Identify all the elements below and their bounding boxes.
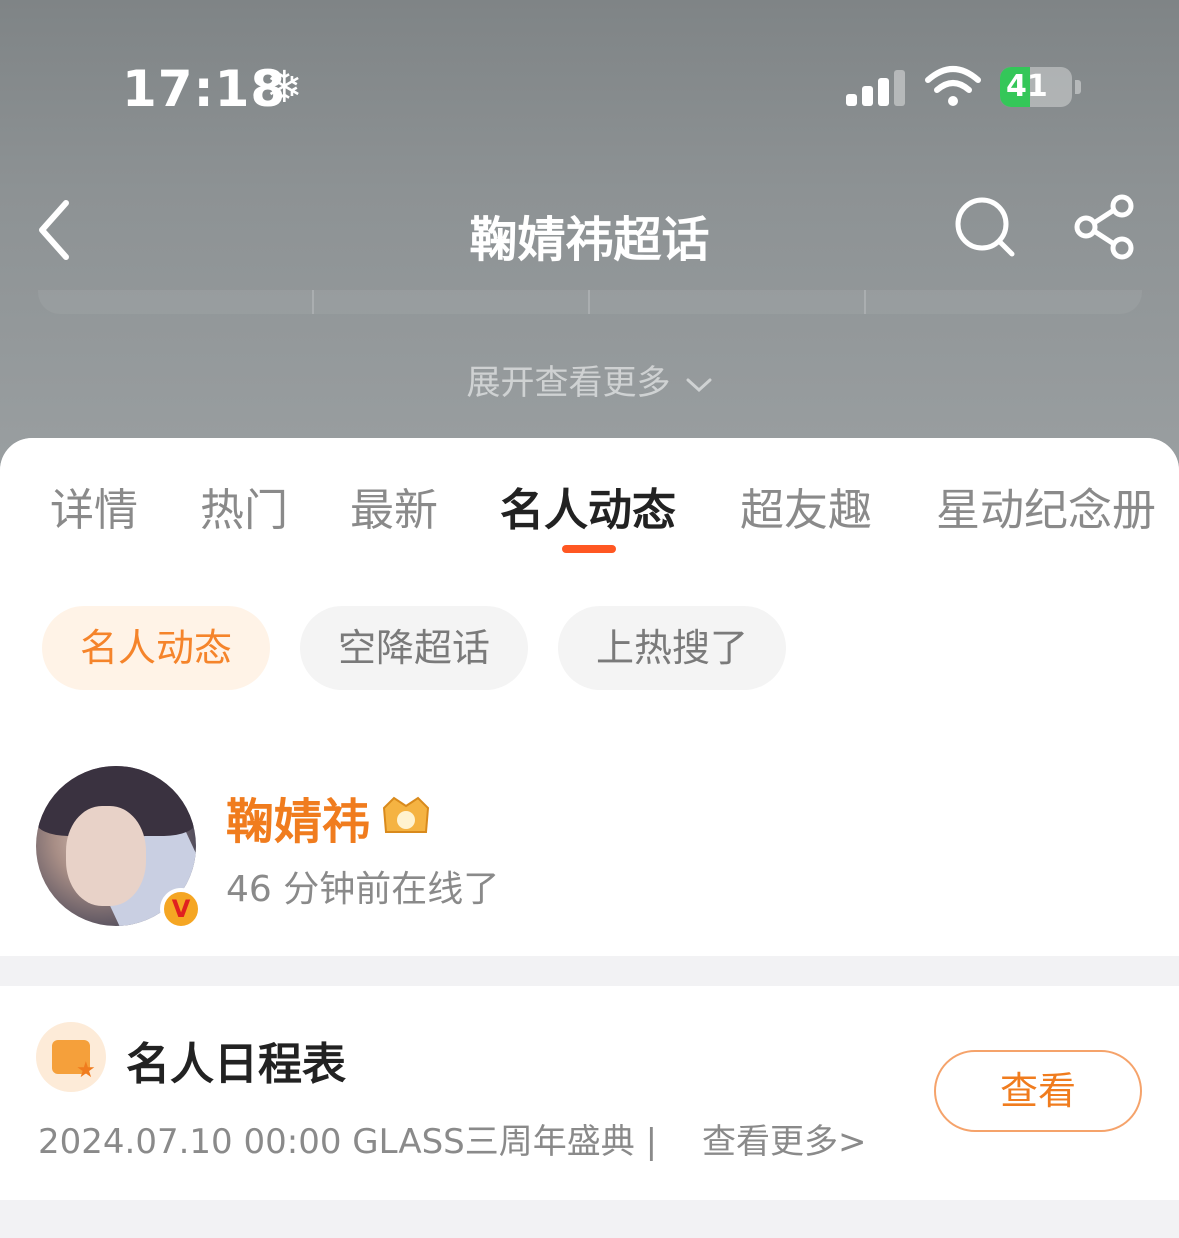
celebrity-profile[interactable]: V 鞠婧祎 46 分钟前在线了 [0,758,1179,948]
view-button[interactable]: 查看 [934,1050,1142,1132]
snowflake-icon: ❄ [266,62,303,113]
chip-airdrop[interactable]: 空降超话 [300,606,528,690]
battery-indicator: 41 [1000,67,1072,107]
status-bar: 17:18 ❄ 41 [0,0,1179,150]
crown-icon [382,796,430,833]
main-content: 详情 热门 最新 名人动态 超友趣 星动纪念册 名人动态 空降超话 上热搜了 V… [0,438,1179,1238]
filter-chips: 名人动态 空降超话 上热搜了 [0,606,1179,690]
active-tab-indicator [562,545,616,553]
expand-more[interactable]: 展开查看更多 [0,355,1179,404]
nav-bar: 鞠婧祎超话 [0,170,1179,290]
search-icon[interactable] [952,194,1018,260]
cellular-signal-icon [846,70,906,106]
expand-more-label: 展开查看更多 [466,363,671,403]
schedule-title: 名人日程表 [126,1039,346,1090]
tab-star-album[interactable]: 星动纪念册 [936,474,1156,538]
wifi-icon [925,66,981,106]
quick-entry-strip [38,290,1142,314]
calendar-icon: ★ [36,1022,106,1092]
chip-trending[interactable]: 上热搜了 [558,606,786,690]
status-time: 17:18 [122,60,287,118]
tab-celebrity-updates[interactable]: 名人动态 [500,474,676,538]
verified-badge: V [160,888,202,930]
tab-latest[interactable]: 最新 [350,474,438,538]
chip-celebrity-updates[interactable]: 名人动态 [42,606,270,690]
share-icon[interactable] [1070,194,1140,260]
celebrity-schedule-card: ★ 名人日程表 2024.07.10 00:00 GLASS三周年盛典 | 查看… [0,986,1179,1200]
section-divider [0,1214,1179,1238]
tab-details[interactable]: 详情 [50,474,138,538]
tab-hot[interactable]: 热门 [200,474,288,538]
tab-super-friends[interactable]: 超友趣 [740,474,872,538]
battery-tip [1075,80,1081,94]
see-more-link[interactable]: 查看更多> [702,1114,867,1163]
online-status: 46 分钟前在线了 [226,869,500,910]
celebrity-name[interactable]: 鞠婧祎 [226,782,370,852]
schedule-info: 2024.07.10 00:00 GLASS三周年盛典 | [38,1122,658,1162]
chevron-down-icon [685,363,713,403]
battery-level: 41 [1006,69,1048,104]
